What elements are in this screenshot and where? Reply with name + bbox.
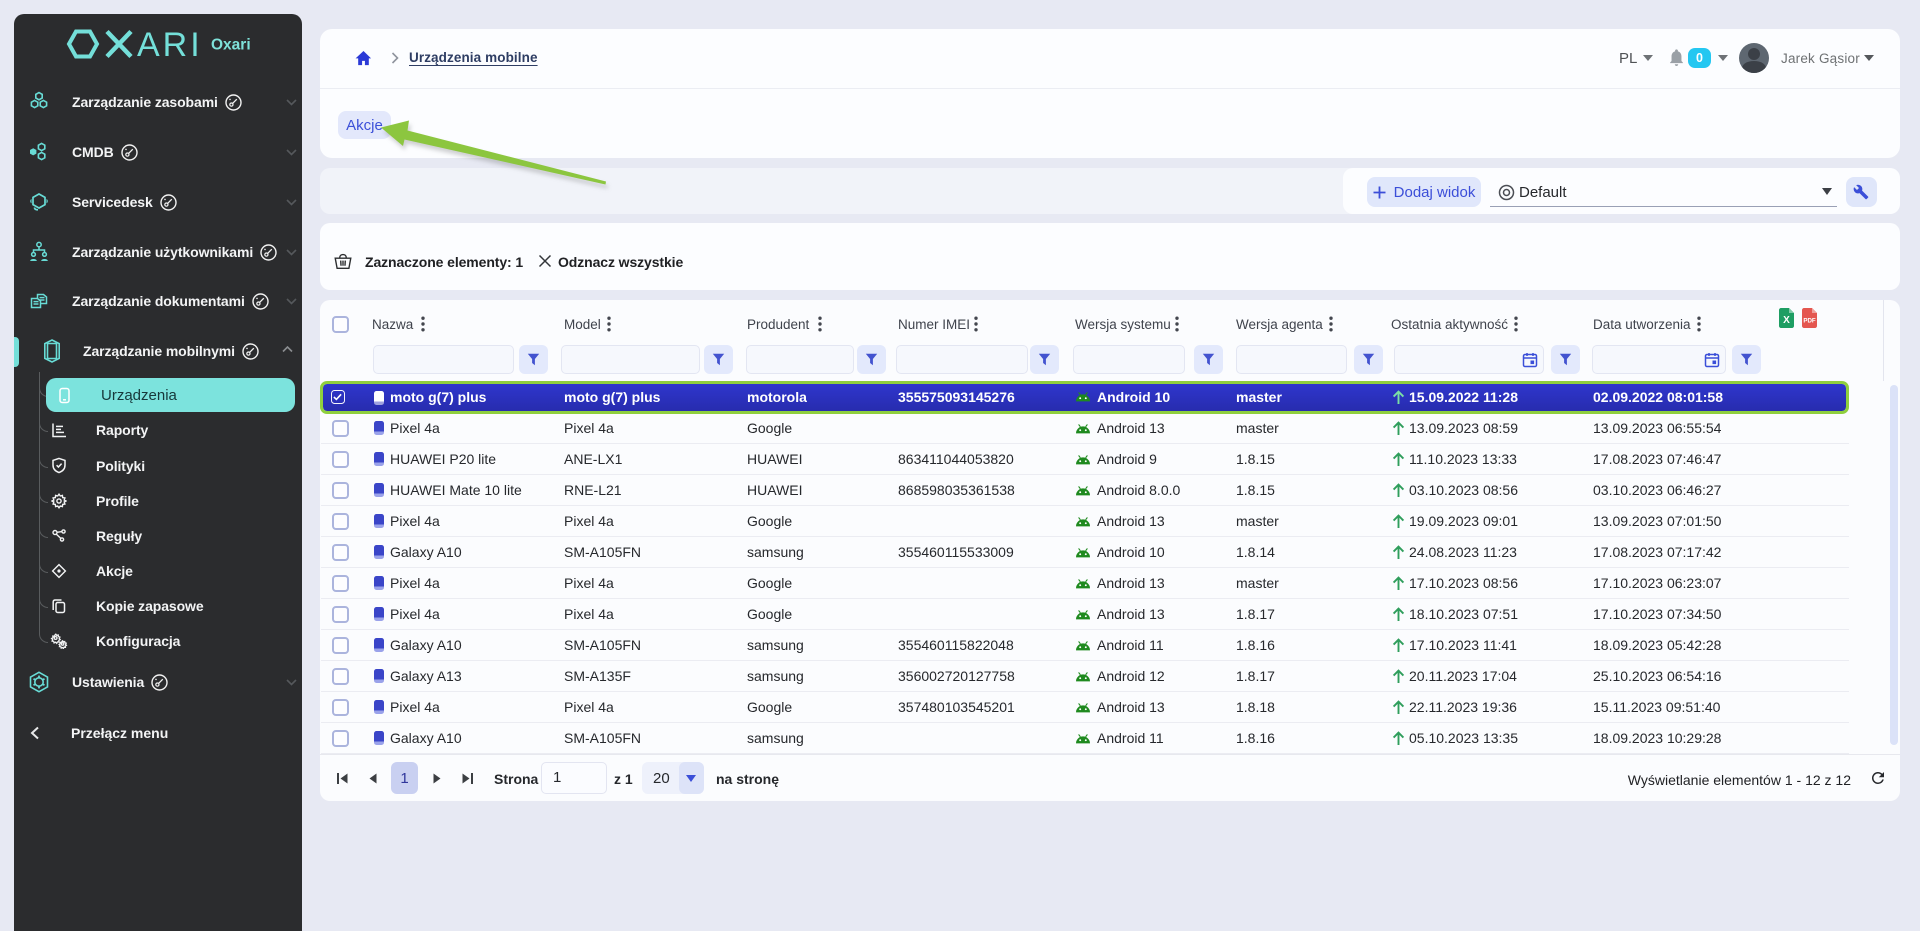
svg-text:PDF: PDF xyxy=(1803,318,1816,325)
svg-text:X: X xyxy=(1783,315,1790,326)
